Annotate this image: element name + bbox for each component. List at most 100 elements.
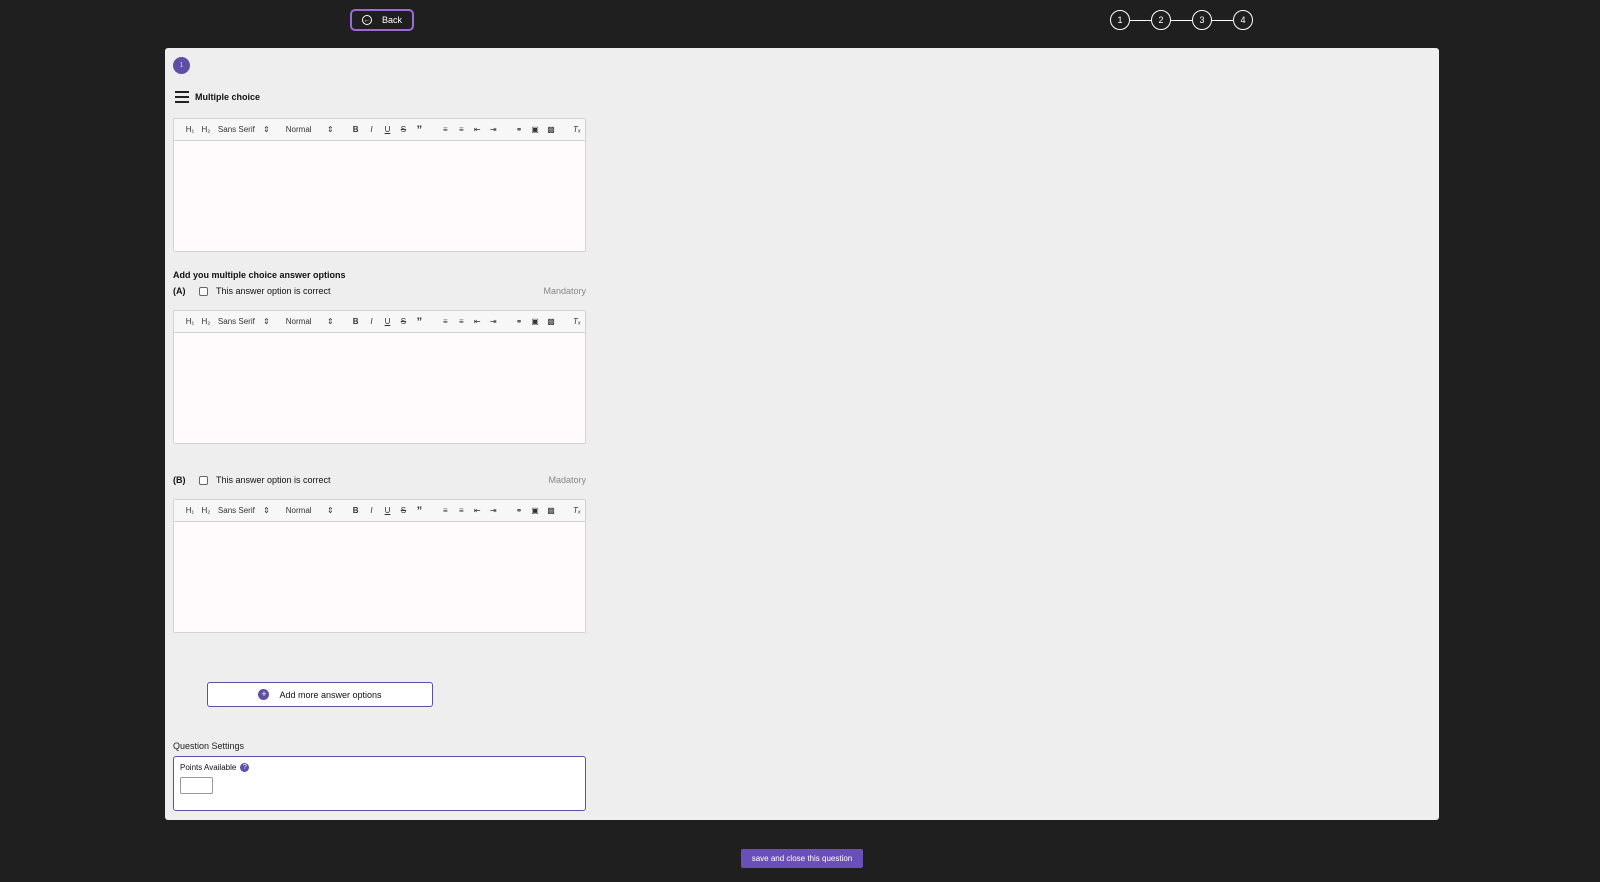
image-icon[interactable]: ▣ (527, 123, 543, 137)
ordered-list-icon[interactable]: ≡ (437, 315, 453, 329)
strike-button[interactable]: S (395, 315, 411, 329)
underline-button[interactable]: U (380, 123, 396, 137)
heading-2-button[interactable]: H₂ (198, 504, 214, 518)
bullet-list-icon[interactable]: ≡ (453, 504, 469, 518)
bold-button[interactable]: B (348, 315, 364, 329)
option-a-correct-checkbox[interactable] (199, 286, 208, 296)
size-select[interactable]: Normal ⇕ (282, 504, 338, 518)
option-a-text-area[interactable] (174, 333, 585, 443)
back-label: Back (381, 15, 402, 25)
select-arrows-icon: ⇕ (326, 125, 334, 134)
points-input[interactable] (180, 777, 213, 794)
indent-icon[interactable]: ⇥ (485, 315, 501, 329)
question-type-label: Multiple choice (195, 92, 261, 102)
step-3[interactable]: 3 (1192, 10, 1212, 30)
ordered-list-icon[interactable]: ≡ (437, 123, 453, 137)
plus-circle-icon: + (258, 689, 270, 700)
video-icon[interactable]: ▩ (543, 315, 559, 329)
outdent-icon[interactable]: ⇤ (469, 123, 485, 137)
option-b-text-area[interactable] (174, 522, 585, 632)
question-editor: H₁ H₂ Sans Serif ⇕ Normal ⇕ B I U S ” ≡ ≡ … (173, 118, 586, 252)
step-connector (1171, 19, 1192, 21)
option-a-header: (A) This answer option is correct Mandat… (173, 286, 586, 296)
bullet-list-icon[interactable]: ≡ (453, 315, 469, 329)
heading-1-button[interactable]: H₁ (182, 315, 198, 329)
heading-1-button[interactable]: H₁ (182, 504, 198, 518)
add-more-options-button[interactable]: + Add more answer options (207, 682, 433, 707)
back-button[interactable]: ← Back (350, 9, 414, 31)
italic-button[interactable]: I (364, 315, 380, 329)
bold-button[interactable]: B (348, 504, 364, 518)
font-select[interactable]: Sans Serif ⇕ (214, 315, 274, 329)
font-select-value: Sans Serif (217, 506, 255, 515)
strike-button[interactable]: S (395, 123, 411, 137)
size-select[interactable]: Normal ⇕ (282, 315, 338, 329)
question-settings-title: Question Settings (173, 741, 245, 751)
option-a-editor: H₁ H₂ Sans Serif ⇕ Normal ⇕ B I U S ” ≡ ≡ … (173, 310, 586, 444)
video-icon[interactable]: ▩ (543, 504, 559, 518)
step-connector (1130, 19, 1151, 21)
editor-toolbar: H₁ H₂ Sans Serif ⇕ Normal ⇕ B I U S ” ≡ ≡ … (174, 119, 585, 141)
outdent-icon[interactable]: ⇤ (469, 504, 485, 518)
font-select-value: Sans Serif (217, 125, 255, 134)
image-icon[interactable]: ▣ (527, 315, 543, 329)
option-b-correct-checkbox[interactable] (199, 475, 208, 485)
progress-stepper: 1 2 3 4 (1110, 10, 1253, 30)
option-letter: (A) (173, 286, 186, 296)
font-select-value: Sans Serif (217, 317, 255, 326)
heading-2-button[interactable]: H₂ (198, 315, 214, 329)
select-arrows-icon: ⇕ (263, 317, 270, 326)
blockquote-button[interactable]: ” (411, 504, 427, 518)
size-select-value: Normal (285, 125, 312, 134)
heading-2-button[interactable]: H₂ (198, 123, 214, 137)
step-1[interactable]: 1 (1110, 10, 1130, 30)
font-select[interactable]: Sans Serif ⇕ (214, 123, 274, 137)
indent-icon[interactable]: ⇥ (485, 504, 501, 518)
font-select[interactable]: Sans Serif ⇕ (214, 504, 274, 518)
arrow-left-circle-icon: ← (361, 15, 372, 25)
bold-button[interactable]: B (348, 123, 364, 137)
heading-1-button[interactable]: H₁ (182, 123, 198, 137)
link-icon[interactable]: ⚭ (511, 123, 527, 137)
bullet-list-icon[interactable]: ≡ (453, 123, 469, 137)
select-arrows-icon: ⇕ (263, 125, 270, 134)
question-number-badge: 1 (173, 57, 190, 74)
link-icon[interactable]: ⚭ (511, 315, 527, 329)
add-more-label: Add more answer options (279, 689, 382, 700)
underline-button[interactable]: U (380, 504, 396, 518)
underline-button[interactable]: U (380, 315, 396, 329)
indent-icon[interactable]: ⇥ (485, 123, 501, 137)
clear-format-button[interactable]: Tₓ (569, 123, 585, 137)
question-text-area[interactable] (174, 141, 585, 251)
editor-toolbar: H₁ H₂ Sans Serif ⇕ Normal ⇕ B I U S ” ≡ ≡ … (174, 500, 585, 522)
correct-checkbox-label: This answer option is correct (216, 286, 331, 296)
step-4[interactable]: 4 (1233, 10, 1253, 30)
answer-options-title: Add you multiple choice answer options (173, 270, 346, 280)
italic-button[interactable]: I (364, 123, 380, 137)
video-icon[interactable]: ▩ (543, 123, 559, 137)
size-select-value: Normal (285, 506, 312, 515)
outdent-icon[interactable]: ⇤ (469, 315, 485, 329)
step-2[interactable]: 2 (1151, 10, 1171, 30)
ordered-list-icon[interactable]: ≡ (437, 504, 453, 518)
clear-format-button[interactable]: Tₓ (569, 504, 585, 518)
link-icon[interactable]: ⚭ (511, 504, 527, 518)
select-arrows-icon: ⇕ (326, 506, 334, 515)
step-connector (1212, 19, 1233, 21)
italic-button[interactable]: I (364, 504, 380, 518)
editor-toolbar: H₁ H₂ Sans Serif ⇕ Normal ⇕ B I U S ” ≡ ≡ … (174, 311, 585, 333)
size-select[interactable]: Normal ⇕ (282, 123, 338, 137)
clear-format-button[interactable]: Tₓ (569, 315, 585, 329)
question-settings-box: Points Available ? (173, 756, 586, 811)
image-icon[interactable]: ▣ (527, 504, 543, 518)
points-label-text: Points Available (180, 763, 237, 772)
size-select-value: Normal (285, 317, 312, 326)
select-arrows-icon: ⇕ (326, 317, 334, 326)
correct-checkbox-label: This answer option is correct (216, 475, 331, 485)
help-icon[interactable]: ? (240, 763, 250, 772)
points-available-label: Points Available ? (180, 763, 250, 772)
save-and-close-button[interactable]: save and close this question (741, 849, 863, 868)
blockquote-button[interactable]: ” (411, 123, 427, 137)
strike-button[interactable]: S (395, 504, 411, 518)
blockquote-button[interactable]: ” (411, 315, 427, 329)
